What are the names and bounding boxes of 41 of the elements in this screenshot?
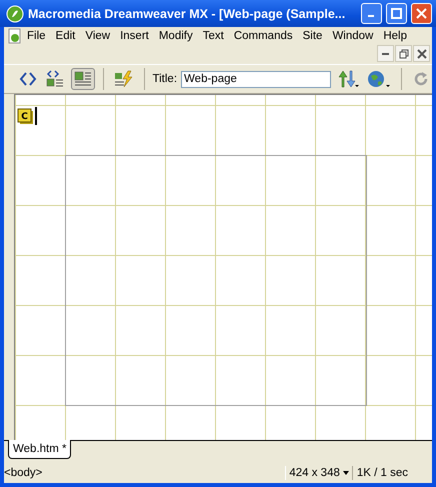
doc-minimize-button[interactable]	[377, 45, 394, 62]
menu-item[interactable]: Modify	[154, 30, 198, 42]
text-cursor	[35, 107, 37, 125]
menu-item[interactable]: View	[80, 30, 116, 42]
design-view-icon	[74, 70, 92, 88]
title-label: Title:	[152, 73, 178, 85]
menu-item[interactable]: Window	[327, 30, 378, 42]
menu-item[interactable]: File	[22, 30, 51, 42]
up-down-arrows-icon	[337, 70, 360, 88]
doc-restore-button[interactable]	[395, 45, 412, 62]
document-icon[interactable]	[8, 28, 22, 44]
title-field[interactable]: Web-page	[181, 70, 332, 88]
menu-item[interactable]: Commands	[228, 30, 298, 42]
minimize-icon	[382, 52, 389, 54]
maximize-button[interactable]	[386, 3, 407, 24]
maximize-icon	[391, 8, 402, 19]
download-time: 1K / 1 sec	[352, 466, 412, 480]
lightning-page-icon	[114, 70, 134, 88]
menu-item[interactable]: Text	[198, 30, 229, 42]
dropdown-icon	[342, 471, 349, 475]
close-icon	[416, 48, 426, 58]
window-title: Macromedia Dreamweaver MX - [Web-page (Sample...	[28, 6, 346, 20]
restore-icon	[398, 48, 408, 58]
tag-selector[interactable]: <body>	[4, 467, 286, 479]
split-view-icon	[46, 70, 64, 88]
doc-close-button[interactable]	[413, 45, 430, 62]
menu-item[interactable]: Edit	[50, 30, 80, 42]
layer-marker-icon[interactable]: C	[17, 108, 34, 124]
menu-item[interactable]: Help	[378, 30, 412, 42]
app-logo-icon	[6, 4, 24, 22]
close-icon	[416, 8, 427, 19]
menu-item[interactable]: Site	[298, 30, 328, 42]
code-view-icon	[18, 70, 37, 88]
minimize-button[interactable]	[361, 3, 382, 24]
design-view-button[interactable]	[71, 68, 95, 90]
window-size-text: 424 x 348	[289, 467, 340, 479]
window-size-menu[interactable]: 424 x 348	[285, 466, 352, 480]
document-tab[interactable]: Web.htm *	[8, 440, 72, 459]
close-button[interactable]	[411, 3, 432, 24]
globe-icon	[367, 70, 392, 88]
menu-item[interactable]: Insert	[115, 30, 154, 42]
